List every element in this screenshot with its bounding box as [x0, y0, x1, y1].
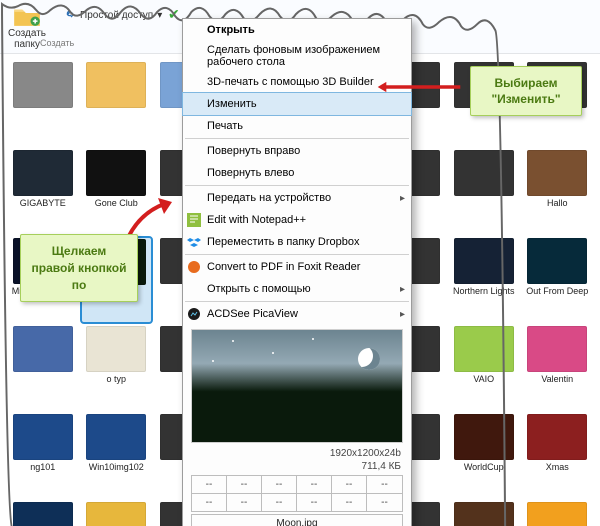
ctx-set-wallpaper[interactable]: Сделать фоновым изображением рабочего ст… [183, 41, 411, 71]
thumb-5-0[interactable] [8, 502, 78, 526]
thumb-valentin[interactable]: Valentin [523, 326, 593, 410]
thumbnail-image [454, 326, 514, 372]
thumb-5-1[interactable] [82, 502, 152, 526]
thumb-vaio[interactable]: VAIO [449, 326, 519, 410]
info-cell: -- [332, 476, 367, 494]
thumbnail-image [454, 150, 514, 196]
thumbnail-image [86, 62, 146, 108]
thumbnail-image [86, 326, 146, 372]
info-cell: -- [297, 476, 332, 494]
info-cell: -- [297, 494, 332, 511]
info-cell: -- [192, 494, 227, 511]
thumbnail-caption: WorldCup [464, 462, 504, 472]
thumb-win10img102[interactable]: Win10img102 [82, 414, 152, 498]
info-cell: -- [262, 476, 297, 494]
thumb-worldcup[interactable]: WorldCup [449, 414, 519, 498]
ribbon-group-create: Создать [40, 38, 74, 48]
info-cell: -- [192, 476, 227, 494]
thumbnail-image [454, 414, 514, 460]
chevron-down-icon: ▾ [157, 10, 162, 21]
thumbnail-image [527, 326, 587, 372]
dropbox-icon [187, 235, 201, 249]
ctx-dimensions: 1920x1200x24b [183, 447, 411, 460]
thumbnail-caption: Valentin [541, 374, 573, 384]
ctx-rotate-left[interactable]: Повернуть влево [183, 162, 411, 184]
thumbnail-caption: GIGABYTE [20, 198, 66, 208]
thumb-o-typ[interactable]: o typ [82, 326, 152, 410]
info-cell: -- [227, 494, 262, 511]
thumb-ng101[interactable]: ng101 [8, 414, 78, 498]
ctx-info-table: ------------------------ [191, 475, 403, 512]
thumbnail-image [13, 502, 73, 526]
thumbnail-caption: Out From Deep [526, 286, 588, 296]
acdsee-icon [187, 307, 201, 321]
ctx-edit[interactable]: Изменить [183, 93, 411, 115]
thumbnail-caption: Northern Lights [453, 286, 515, 296]
thumb-1-6[interactable] [449, 150, 519, 234]
ctx-print[interactable]: Печать [183, 115, 411, 137]
thumbnail-caption: ng101 [30, 462, 55, 472]
thumbnail-caption: Hallo [547, 198, 568, 208]
ctx-acdsee[interactable]: ACDSee PicaView [183, 303, 411, 325]
info-cell: -- [227, 476, 262, 494]
moon-icon [358, 348, 380, 370]
foxit-icon [187, 260, 201, 274]
thumb-gigabyte[interactable]: GIGABYTE [8, 150, 78, 234]
info-cell: -- [332, 494, 367, 511]
context-menu: Открыть Сделать фоновым изображением раб… [182, 18, 412, 526]
thumb-5-7[interactable] [523, 502, 593, 526]
ctx-open[interactable]: Открыть [183, 19, 411, 41]
ctx-preview-thumbnail [191, 329, 403, 443]
thumbnail-image [86, 150, 146, 196]
thumbnail-image [527, 502, 587, 526]
thumb-hallo[interactable]: Hallo [523, 150, 593, 234]
thumb-5-6[interactable] [449, 502, 519, 526]
notepadpp-icon [187, 213, 201, 227]
ctx-open-with[interactable]: Открыть с помощью [183, 278, 411, 300]
ctx-foxit[interactable]: Convert to PDF in Foxit Reader [183, 256, 411, 278]
thumbnail-image [527, 238, 587, 284]
ctx-notepadpp[interactable]: Edit with Notepad++ [183, 209, 411, 231]
check-icon: ✔ [168, 6, 180, 23]
window: Создать папку Простой доступ ▾ Создать ✔… [0, 0, 600, 526]
thumb-northern-lights[interactable]: Northern Lights [449, 238, 519, 322]
info-cell: -- [262, 494, 297, 511]
ctx-filesize: 711,4 КБ [183, 460, 411, 473]
thumb-xmas[interactable]: Xmas [523, 414, 593, 498]
thumb-3-0[interactable] [8, 326, 78, 410]
folder-plus-icon [13, 5, 41, 27]
info-cell: -- [367, 494, 402, 511]
ribbon-easy-access-label: Простой доступ [80, 10, 153, 21]
callout-right-click: Щелкаем правой кнопкой по [20, 234, 138, 302]
ctx-rotate-right[interactable]: Повернуть вправо [183, 140, 411, 162]
ctx-filename: Moon.jpg [191, 514, 403, 526]
ctx-send-to-device[interactable]: Передать на устройство [183, 187, 411, 209]
thumbnail-image [13, 150, 73, 196]
ribbon-easy-access[interactable]: Простой доступ ▾ [64, 8, 162, 23]
thumbnail-image [86, 414, 146, 460]
thumbnail-image [13, 414, 73, 460]
thumbnail-caption: Xmas [546, 462, 569, 472]
thumb-0-0[interactable] [8, 62, 78, 146]
arrow-to-edit [376, 80, 462, 94]
thumbnail-image [454, 502, 514, 526]
thumbnail-image [454, 238, 514, 284]
thumbnail-caption: o typ [106, 374, 126, 384]
ctx-dropbox[interactable]: Переместить в папку Dropbox [183, 231, 411, 253]
thumbnail-image [527, 414, 587, 460]
callout-choose-edit: Выбираем "Изменить" [470, 66, 582, 116]
ribbon-right-icons: ✔ [168, 6, 180, 23]
info-cell: -- [367, 476, 402, 494]
thumbnail-image [527, 150, 587, 196]
thumbnail-caption: VAIO [473, 374, 494, 384]
thumb-out-from-deep[interactable]: Out From Deep [523, 238, 593, 322]
thumbnail-image [13, 62, 73, 108]
chain-icon [64, 8, 76, 23]
thumbnail-caption: Win10img102 [89, 462, 144, 472]
thumbnail-image [13, 326, 73, 372]
thumb-0-1[interactable] [82, 62, 152, 146]
thumbnail-image [86, 502, 146, 526]
